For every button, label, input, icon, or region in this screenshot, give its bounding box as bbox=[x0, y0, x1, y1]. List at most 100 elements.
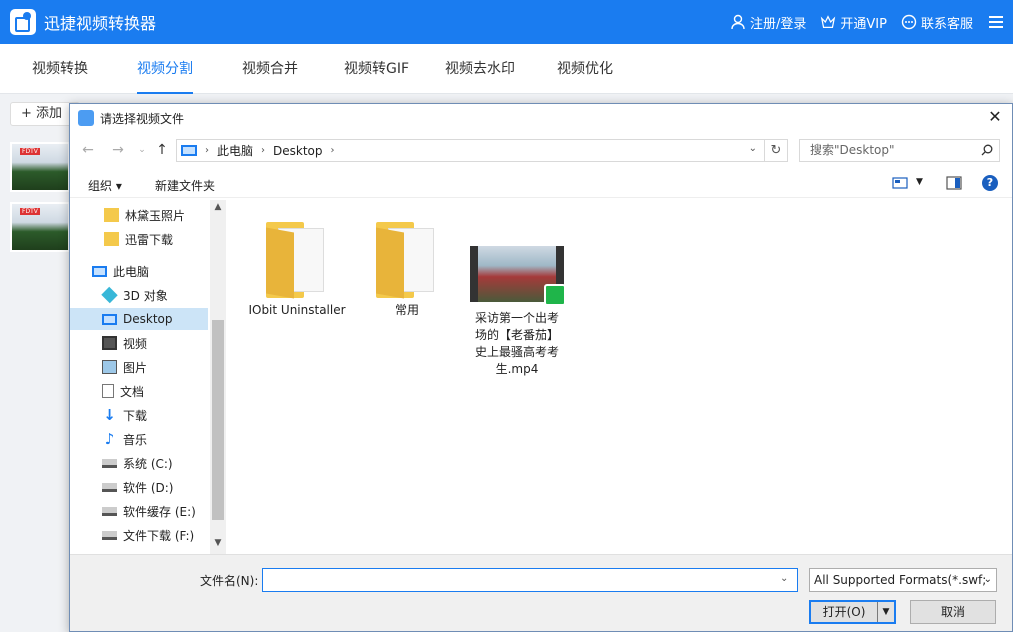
file-item-video[interactable]: 采访第一个出考场的【老番茄】史上最骚高考考生.mp4 bbox=[462, 246, 572, 378]
chevron-down-icon[interactable]: ⌄ bbox=[780, 573, 788, 584]
chevron-right-icon: › bbox=[261, 145, 266, 156]
chevron-down-icon[interactable]: ⌄ bbox=[749, 143, 757, 154]
vip-link[interactable]: 开通VIP bbox=[820, 13, 887, 32]
cube-icon bbox=[101, 286, 118, 304]
search-icon bbox=[981, 144, 993, 156]
open-button[interactable]: 打开(O) ▼ bbox=[809, 600, 896, 624]
file-item-folder[interactable]: IObit Uninstaller bbox=[242, 218, 352, 319]
nav-item-downloads[interactable]: ↓ 下载 bbox=[70, 404, 208, 426]
dialog-toolbar: 组织 ▾ 新建文件夹 ▼ ? bbox=[70, 170, 1012, 198]
nav-item-documents[interactable]: 文档 bbox=[70, 380, 208, 402]
help-icon[interactable]: ? bbox=[982, 175, 998, 191]
user-icon bbox=[730, 14, 746, 30]
view-mode-icon[interactable] bbox=[892, 176, 908, 190]
chat-icon bbox=[901, 14, 917, 30]
video-file-icon bbox=[470, 246, 566, 306]
drive-icon bbox=[102, 530, 117, 540]
nav-item-desktop[interactable]: Desktop bbox=[70, 308, 208, 330]
nav-item-3d[interactable]: 3D 对象 bbox=[70, 284, 208, 306]
tab-gif[interactable]: 视频转GIF bbox=[344, 44, 409, 94]
chevron-down-icon: ⌄ bbox=[983, 574, 992, 585]
address-bar[interactable]: › 此电脑 › Desktop › ⌄ bbox=[176, 139, 788, 162]
video-thumbnail: FDTV bbox=[12, 204, 68, 250]
login-link[interactable]: 注册/登录 bbox=[730, 13, 806, 32]
nav-item-music[interactable]: ♪ 音乐 bbox=[70, 428, 208, 450]
download-icon: ↓ bbox=[103, 406, 116, 424]
nav-item-drive-c[interactable]: 系统 (C:) bbox=[70, 452, 208, 474]
forward-arrow-icon[interactable]: → bbox=[110, 142, 126, 158]
file-item-folder[interactable]: 常用 bbox=[352, 218, 462, 319]
support-link[interactable]: 联系客服 bbox=[901, 13, 973, 32]
dialog-titlebar: 请选择视频文件 ✕ bbox=[70, 104, 1012, 132]
new-folder-button[interactable]: 新建文件夹 bbox=[155, 177, 215, 194]
feature-tabs: 视频转换 视频分割 视频合并 视频转GIF 视频去水印 视频优化 bbox=[0, 44, 1013, 94]
login-label: 注册/登录 bbox=[750, 16, 807, 32]
view-dropdown-icon[interactable]: ▼ bbox=[916, 177, 923, 187]
breadcrumb-pc[interactable]: 此电脑 bbox=[217, 142, 253, 159]
chevron-right-icon: › bbox=[330, 145, 335, 156]
navigation-row: ← → ⌄ ↑ › 此电脑 › Desktop › ⌄ ↻ 搜索"Desktop… bbox=[70, 134, 1012, 166]
dialog-title: 请选择视频文件 bbox=[100, 111, 185, 126]
video-icon bbox=[102, 336, 117, 350]
folder-icon bbox=[376, 218, 438, 299]
dropdown-arrow-icon[interactable]: ▼ bbox=[877, 602, 894, 622]
up-arrow-icon[interactable]: ↑ bbox=[154, 142, 170, 158]
nav-item-drive-d[interactable]: 软件 (D:) bbox=[70, 476, 208, 498]
filetype-select[interactable]: All Supported Formats(*.swf; ⌄ bbox=[809, 568, 997, 592]
chevron-down-icon[interactable]: ▼ bbox=[212, 538, 224, 552]
back-arrow-icon[interactable]: ← bbox=[80, 142, 96, 158]
folder-icon bbox=[266, 218, 328, 299]
file-name: IObit Uninstaller bbox=[248, 303, 346, 317]
preview-pane-icon[interactable] bbox=[946, 176, 962, 190]
app-title: 迅捷视频转换器 bbox=[44, 14, 157, 33]
folder-icon bbox=[104, 208, 119, 222]
nav-item-pictures[interactable]: 图片 bbox=[70, 356, 208, 378]
drive-icon bbox=[102, 458, 117, 468]
filename-label: 文件名(N): bbox=[200, 574, 259, 588]
picture-icon bbox=[102, 360, 117, 374]
file-list: IObit Uninstaller 常用 采访第一个出考场的【老番茄】史上最骚高… bbox=[228, 200, 1012, 554]
nav-item-drive-e[interactable]: 软件缓存 (E:) bbox=[70, 500, 208, 522]
tab-merge[interactable]: 视频合并 bbox=[242, 44, 298, 94]
music-icon: ♪ bbox=[104, 430, 115, 448]
close-icon[interactable]: ✕ bbox=[986, 108, 1004, 126]
cancel-button[interactable]: 取消 bbox=[910, 600, 996, 624]
tab-convert[interactable]: 视频转换 bbox=[32, 44, 88, 94]
nav-item-drive-f[interactable]: 文件下载 (F:) bbox=[70, 524, 208, 546]
video-card[interactable]: FDTV bbox=[10, 202, 70, 252]
drive-icon bbox=[102, 482, 117, 492]
tab-optimize[interactable]: 视频优化 bbox=[557, 44, 613, 94]
app-logo-icon bbox=[10, 9, 36, 35]
app-small-icon bbox=[78, 110, 94, 126]
computer-icon bbox=[181, 145, 197, 156]
navigation-pane: 林黛玉照片 迅雷下载 此电脑 3D 对象 Desktop 视频 图片 文档 ↓ … bbox=[70, 200, 226, 554]
tab-split[interactable]: 视频分割 bbox=[137, 44, 193, 94]
nav-item-folder[interactable]: 林黛玉照片 bbox=[70, 204, 208, 226]
breadcrumb-desktop[interactable]: Desktop bbox=[273, 144, 323, 158]
file-name: 常用 bbox=[394, 303, 419, 317]
vip-label: 开通VIP bbox=[840, 16, 887, 32]
file-open-dialog: 请选择视频文件 ✕ ← → ⌄ ↑ › 此电脑 › Desktop › ⌄ ↻ … bbox=[69, 103, 1013, 632]
dialog-footer: 文件名(N): ⌄ All Supported Formats(*.swf; ⌄… bbox=[70, 554, 1012, 631]
scrollbar-thumb[interactable] bbox=[212, 320, 224, 520]
search-input[interactable]: 搜索"Desktop" bbox=[799, 139, 1000, 162]
nav-item-this-pc[interactable]: 此电脑 bbox=[70, 260, 208, 282]
menu-icon[interactable] bbox=[989, 16, 1003, 28]
video-card[interactable]: FDTV bbox=[10, 142, 70, 192]
support-label: 联系客服 bbox=[920, 16, 973, 32]
refresh-icon[interactable]: ↻ bbox=[764, 139, 788, 162]
nav-item-folder[interactable]: 迅雷下载 bbox=[70, 228, 208, 250]
recent-dropdown-icon[interactable]: ⌄ bbox=[134, 142, 150, 158]
organize-button[interactable]: 组织 ▾ bbox=[88, 177, 122, 194]
computer-icon bbox=[92, 265, 107, 277]
chevron-up-icon[interactable]: ▲ bbox=[212, 202, 224, 216]
crown-icon bbox=[820, 14, 836, 30]
tab-watermark[interactable]: 视频去水印 bbox=[445, 44, 515, 94]
drive-icon bbox=[102, 506, 117, 516]
header-actions: 注册/登录 开通VIP 联系客服 bbox=[716, 0, 1003, 44]
nav-item-videos[interactable]: 视频 bbox=[70, 332, 208, 354]
nav-scrollbar[interactable]: ▲ ▼ bbox=[210, 200, 226, 554]
filename-input[interactable] bbox=[262, 568, 798, 592]
folder-icon bbox=[104, 232, 119, 246]
desktop-icon bbox=[102, 313, 117, 325]
